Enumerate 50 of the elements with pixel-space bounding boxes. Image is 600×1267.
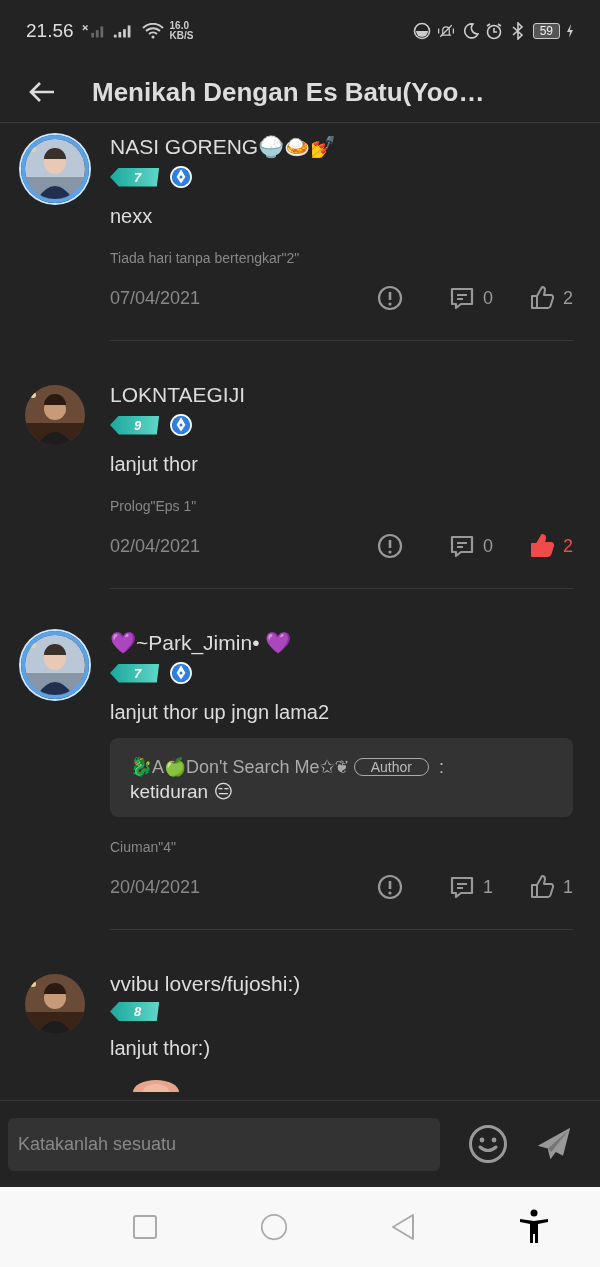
reply-count[interactable]: 0 [448, 285, 493, 311]
comment-date: 07/04/2021 [110, 287, 201, 309]
accessibility-icon[interactable] [517, 1209, 550, 1245]
comment-input[interactable]: Katakanlah sesuatu [8, 1117, 440, 1171]
level-badge: 7 [110, 167, 160, 187]
reply-count[interactable]: 1 [448, 874, 493, 900]
comment-text: lanjut thor:) [110, 1037, 211, 1060]
user-name[interactable]: LOKNTAEGIJI [110, 381, 245, 409]
mute-icon [436, 22, 455, 40]
circle-icon [412, 22, 431, 40]
smiley-icon[interactable] [468, 1124, 508, 1164]
status-time: 21.56 [26, 20, 74, 42]
chapter-name[interactable]: Tiada hari tanpa bertengkar"2" [110, 250, 300, 266]
speed-unit: KB/S [169, 31, 194, 41]
level-badge: 7 [110, 663, 160, 683]
charging-icon [566, 23, 574, 39]
framed-avatar[interactable] [21, 135, 89, 203]
like-count[interactable]: 2 [529, 533, 573, 559]
like-count[interactable]: 2 [529, 285, 573, 311]
send-icon[interactable] [536, 1126, 572, 1162]
report-icon[interactable] [376, 874, 403, 900]
back-icon[interactable] [28, 80, 56, 104]
comment-text: lanjut thor [110, 453, 198, 476]
user-name[interactable]: vvibu lovers/fujoshi:) [110, 970, 301, 998]
comment-text: nexx [110, 205, 153, 228]
comment-date: 02/04/2021 [110, 535, 201, 557]
comment-date: 20/04/2021 [110, 876, 201, 898]
user-name[interactable]: 💜~Park_Jimin• 💜 [110, 629, 292, 657]
signal-icon [81, 23, 106, 39]
report-icon[interactable] [376, 285, 403, 311]
user-name[interactable]: NASI GORENG🍚🍛💅 [110, 133, 337, 161]
report-icon[interactable] [376, 533, 403, 559]
level-badge: 8 [110, 1002, 160, 1021]
framed-avatar[interactable] [21, 631, 89, 699]
chapter-name[interactable]: Prolog"Eps 1" [110, 498, 197, 514]
page-title: Menikah Dengan Es Batu(Yoo… [92, 76, 485, 108]
network-speed: 16.0 [169, 21, 190, 31]
colon: : [438, 756, 444, 778]
avatar[interactable] [25, 385, 85, 445]
battery-level: 59 [532, 23, 560, 39]
avatar[interactable] [25, 974, 85, 1034]
level-badge: 9 [110, 415, 160, 435]
like-count[interactable]: 1 [529, 874, 573, 900]
reply-count[interactable]: 0 [448, 533, 493, 559]
reply-text: ketiduran 😑 [130, 780, 235, 803]
chapter-name[interactable]: Ciuman"4" [110, 839, 176, 855]
wifi-icon [141, 23, 164, 39]
reply-author[interactable]: 🐉A🍏Don't Search Me✩❦ [130, 756, 350, 778]
comment-text: lanjut thor up jngn lama2 [110, 701, 330, 724]
alarm-icon [484, 22, 503, 40]
